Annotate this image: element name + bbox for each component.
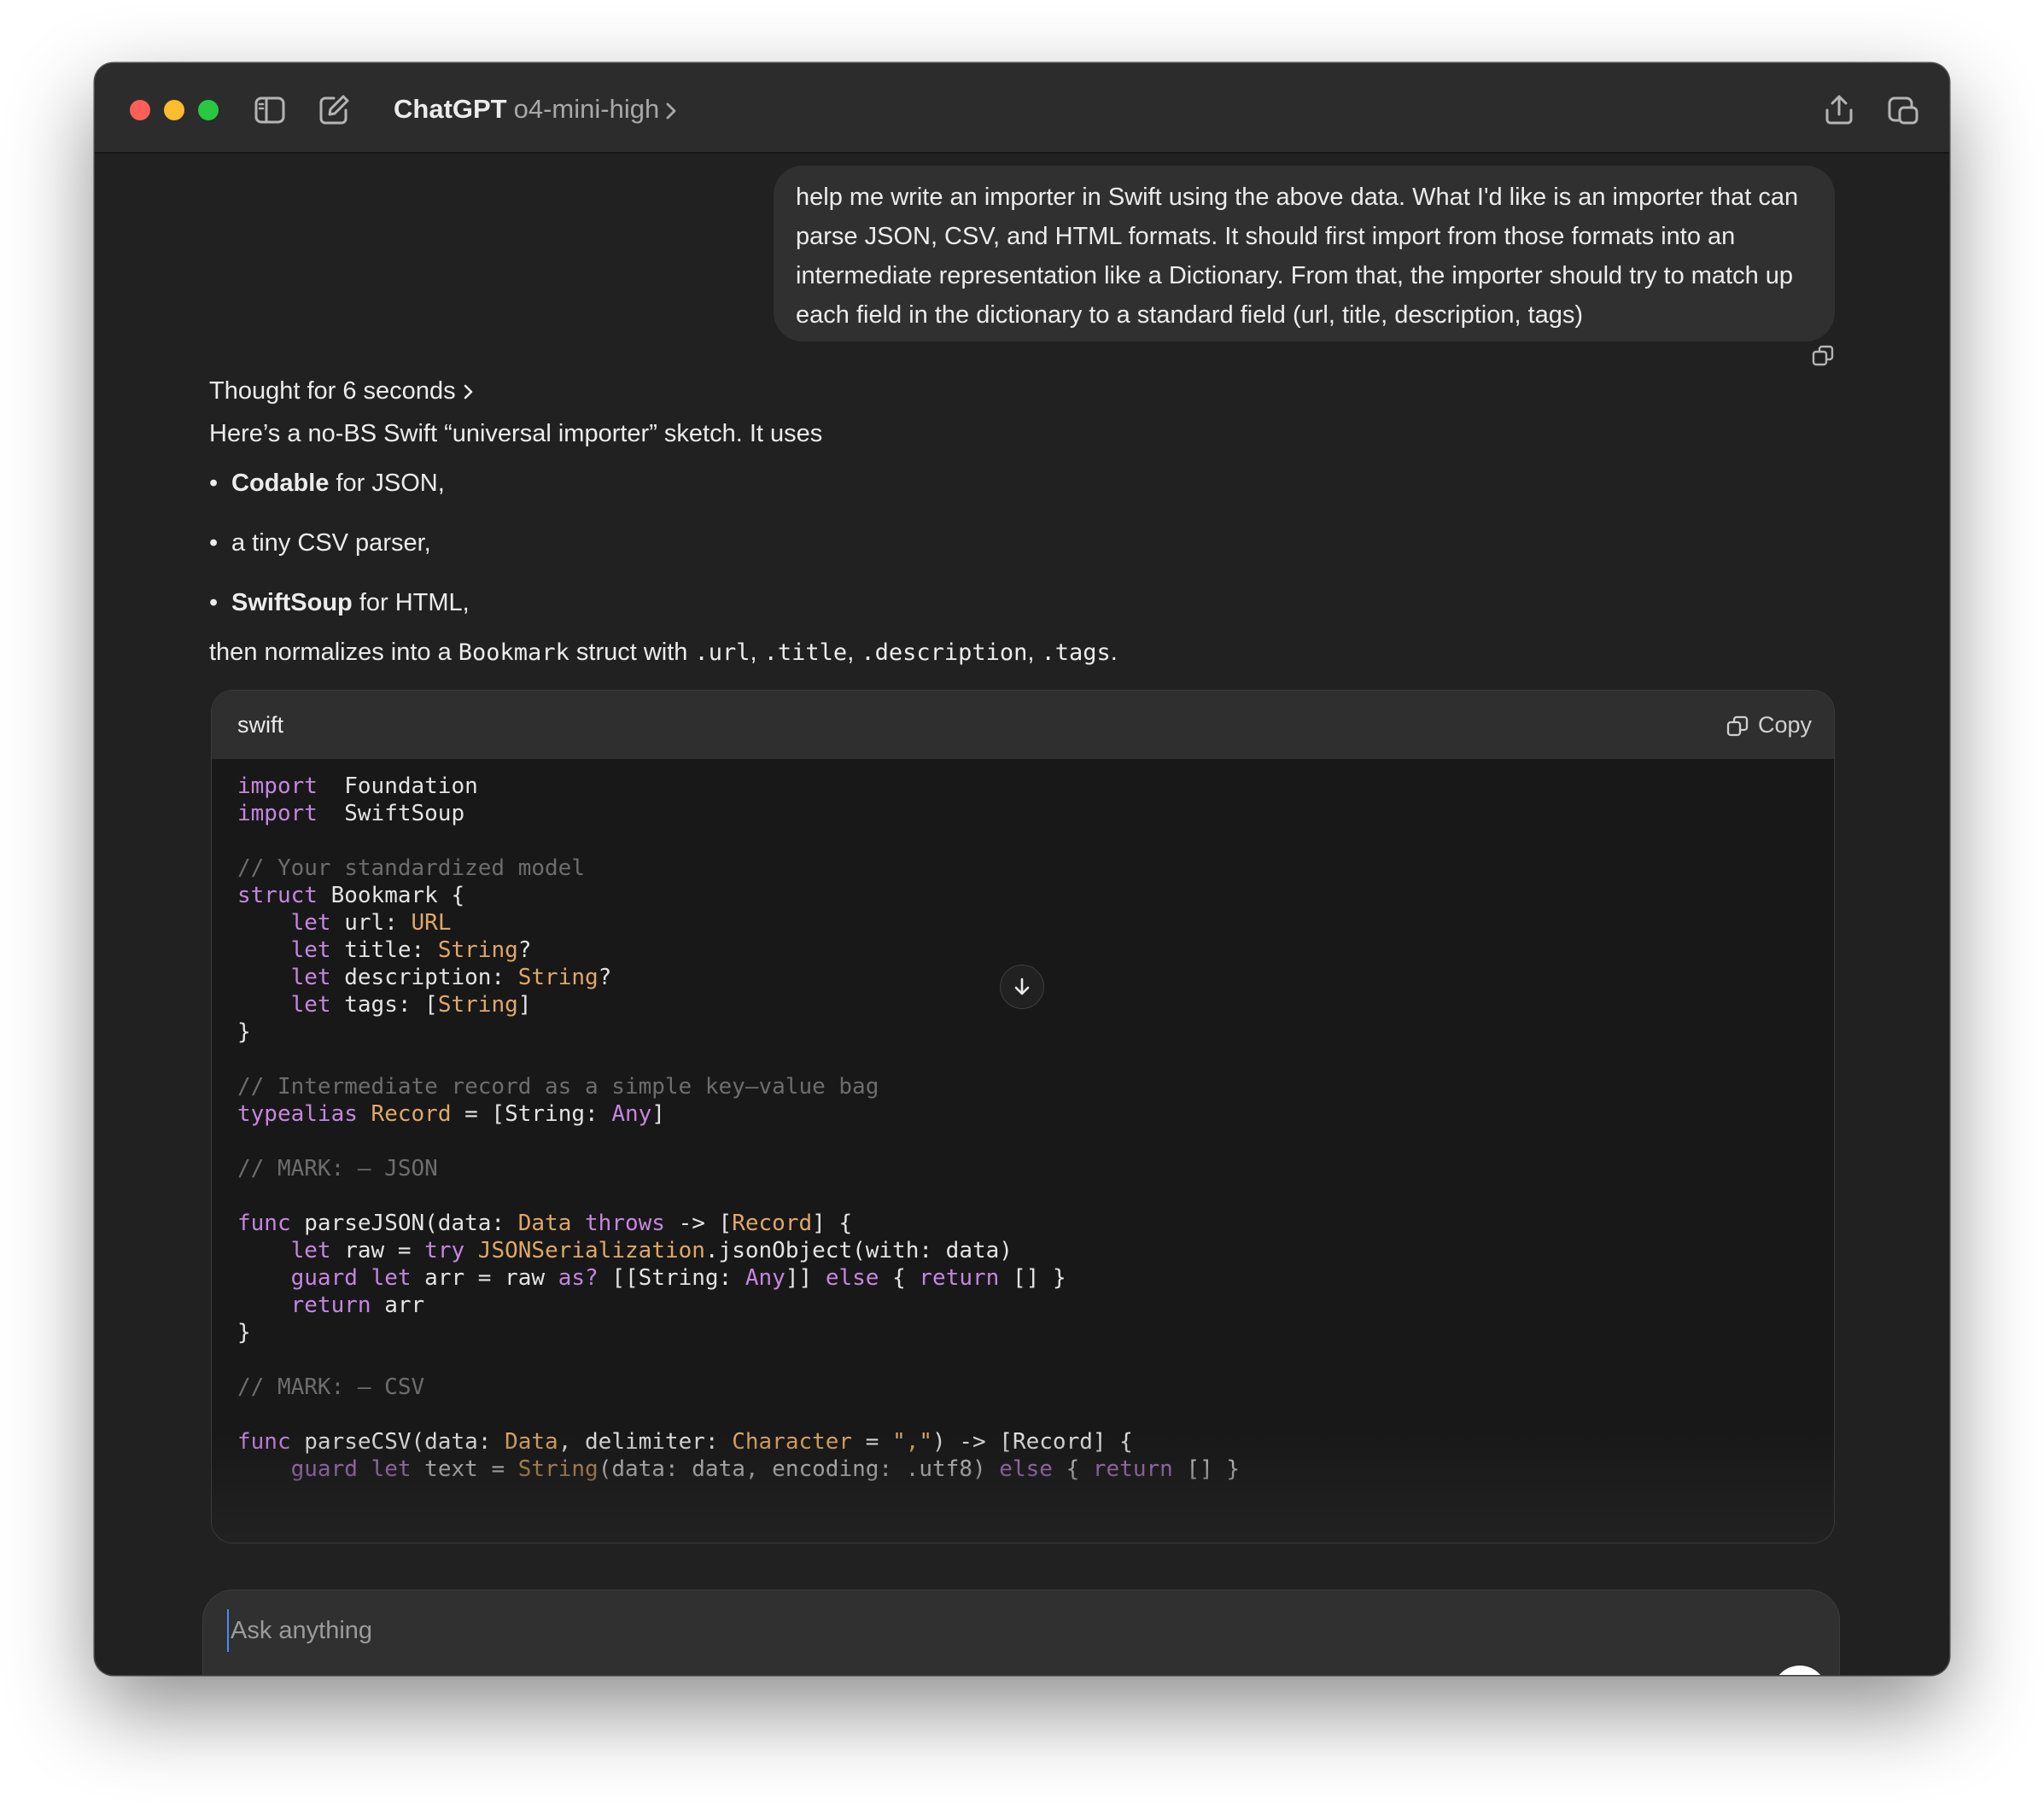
code-line: } [237,1019,251,1045]
zoom-window-button[interactable] [198,100,219,120]
chevron-right-icon [666,102,676,120]
model-chip[interactable]: o4-mini-high [453,1674,596,1675]
thought-label: Thought for 6 seconds [209,377,456,405]
code-line: // Your standardized model [237,855,585,881]
code-line: guard let arr = raw as? [[String: Any]] … [290,1265,1066,1291]
assistant-outro: then normalizes into a Bookmark struct w… [209,639,1118,666]
share-icon[interactable] [1820,91,1858,129]
model-selector-label[interactable]: o4-mini-high [514,94,660,124]
message-composer: o4-mini-high [202,1590,1840,1675]
title-bar: ChatGPT o4-mini-high [95,63,1949,154]
code-line: struct Bookmark { [237,883,465,908]
code-block: swift Copy import Foundation import Swif… [211,690,1835,1543]
user-message-bubble: help me write an importer in Swift using… [774,166,1835,341]
code-language-label: swift [237,712,283,738]
assistant-intro: Here’s a no-BS Swift “universal importer… [209,420,823,447]
code-line: let description: String? [290,965,612,990]
code-line: let tags: [String] [290,992,532,1018]
plus-icon[interactable] [229,1672,266,1675]
app-name: ChatGPT [394,94,507,124]
code-line: import SwiftSoup [237,801,465,826]
list-item: Codable for JSON, [209,464,470,524]
code-line: let raw = try JSONSerialization.jsonObje… [290,1238,1013,1263]
assistant-bullet-list: Codable for JSON, a tiny CSV parser, Swi… [209,464,470,644]
copy-message-icon[interactable] [1810,343,1836,369]
code-line: // MARK: – CSV [237,1374,425,1400]
sidebar-toggle-icon[interactable] [251,91,289,129]
conversation-area: help me write an importer in Swift using… [95,154,1949,1675]
rocket-icon[interactable] [341,1672,378,1675]
arrow-down-icon [1014,977,1030,995]
code-line: let url: URL [290,910,452,936]
code-block-header: swift Copy [212,691,1834,759]
message-input[interactable] [227,1609,1513,1652]
compose-icon[interactable] [315,91,353,129]
thought-toggle[interactable]: Thought for 6 seconds [209,372,476,410]
code-fade-overlay [212,1432,1834,1543]
code-line: func parseJSON(data: Data throws -> [Rec… [237,1211,853,1236]
app-title[interactable]: ChatGPT o4-mini-high [394,92,680,126]
code-line: // Intermediate record as a simple key–v… [237,1074,879,1100]
code-line: // MARK: – JSON [237,1156,438,1182]
copy-code-button[interactable]: Copy [1726,708,1812,742]
minimize-window-button[interactable] [164,100,184,120]
microphone-icon[interactable] [1718,1672,1755,1675]
new-window-icon[interactable] [1884,91,1922,129]
voice-mode-button[interactable] [1772,1666,1827,1675]
code-line: typealias Record = [String: Any] [237,1101,665,1127]
globe-icon[interactable] [285,1672,323,1675]
app-window: ChatGPT o4-mini-high help me write an imp… [95,63,1949,1675]
copy-icon [1726,715,1749,737]
dashed-select-icon[interactable] [396,1672,434,1675]
list-item: a tiny CSV parser, [209,524,470,584]
chevron-right-icon [464,385,472,400]
code-line: let title: String? [290,937,532,963]
code-line: return arr [290,1292,425,1318]
code-content: import Foundation import SwiftSoup // Yo… [237,773,1240,1483]
code-line: } [237,1320,251,1345]
scroll-to-bottom-button[interactable] [1000,965,1044,1009]
close-window-button[interactable] [130,100,150,120]
code-line: import Foundation [237,773,478,799]
